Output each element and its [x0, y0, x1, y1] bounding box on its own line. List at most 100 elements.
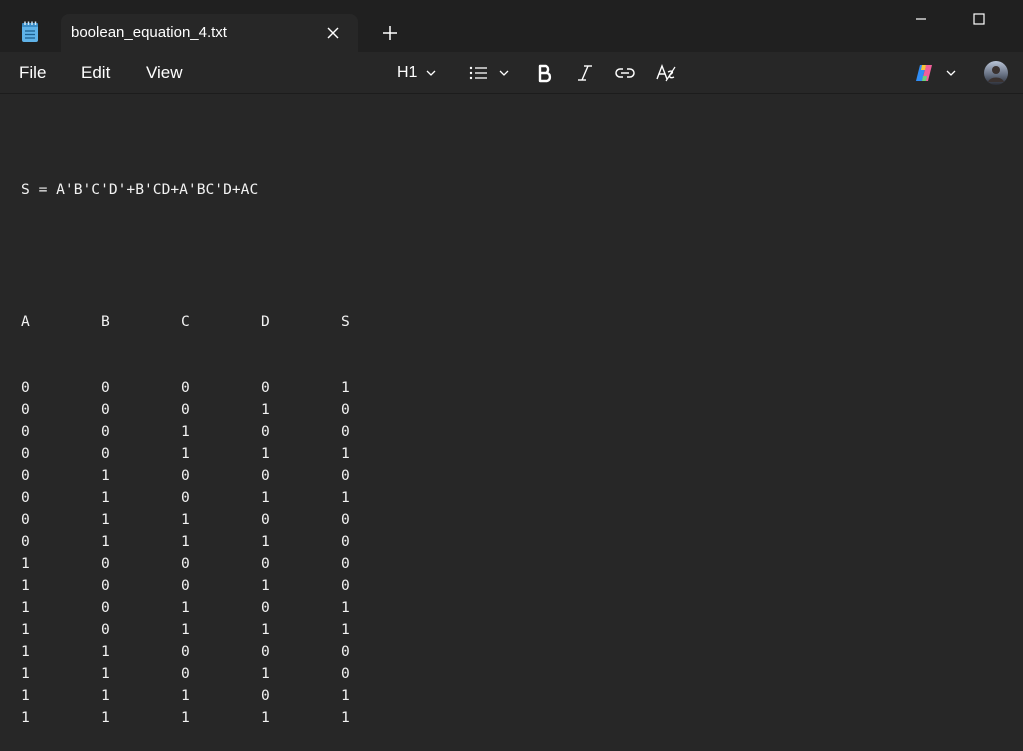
- heading-label: H1: [397, 64, 418, 81]
- tab-title: boolean_equation_4.txt: [71, 24, 227, 41]
- table-cell: 0: [101, 401, 110, 418]
- bold-button[interactable]: [535, 60, 555, 86]
- link-icon: [615, 68, 635, 78]
- clear-formatting-button[interactable]: [655, 60, 677, 86]
- italic-icon: [578, 65, 592, 81]
- link-button[interactable]: [614, 60, 636, 86]
- table-cell: 1: [261, 401, 270, 418]
- table-cell: 1: [261, 577, 270, 594]
- truth-table-row: 1 0 0 1 0: [21, 575, 1001, 597]
- truth-table-row: 1 1 1 0 1: [21, 685, 1001, 707]
- table-cell: 1: [261, 489, 270, 506]
- table-cell: 1: [341, 445, 350, 462]
- table-cell: 1: [341, 489, 350, 506]
- minimize-icon[interactable]: [898, 8, 944, 32]
- table-cell: 0: [181, 489, 190, 506]
- table-cell: 0: [101, 379, 110, 396]
- maximize-icon[interactable]: [956, 8, 1002, 32]
- table-cell: 1: [341, 621, 350, 638]
- table-cell: 1: [181, 621, 190, 638]
- chevron-down-icon: [426, 70, 436, 76]
- truth-table-row: 0 1 1 1 0: [21, 531, 1001, 553]
- table-cell: 1: [21, 621, 30, 638]
- notepad-icon: [22, 21, 38, 42]
- table-cell: 0: [341, 533, 350, 550]
- avatar[interactable]: [983, 60, 1009, 86]
- table-cell: 0: [21, 467, 30, 484]
- truth-table-row: 1 0 1 1 1: [21, 619, 1001, 641]
- list-dropdown[interactable]: [468, 60, 510, 86]
- header-cell: S: [341, 313, 350, 330]
- menu-view[interactable]: View: [146, 63, 183, 83]
- clear-formatting-icon: [656, 64, 676, 82]
- table-cell: 0: [341, 467, 350, 484]
- truth-table-row: 1 1 1 1 1: [21, 707, 1001, 729]
- table-cell: 1: [181, 511, 190, 528]
- table-cell: 0: [341, 555, 350, 572]
- table-cell: 0: [101, 577, 110, 594]
- truth-table-row: 1 0 1 0 1: [21, 597, 1001, 619]
- truth-table-row: 1 1 0 0 0: [21, 641, 1001, 663]
- table-cell: 0: [341, 423, 350, 440]
- plus-icon[interactable]: [379, 22, 401, 44]
- header-cell: C: [181, 313, 190, 330]
- table-cell: 1: [261, 665, 270, 682]
- table-cell: 1: [181, 423, 190, 440]
- heading-dropdown[interactable]: H1: [397, 60, 437, 86]
- text-editor[interactable]: S = A'B'C'D'+B'CD+A'BC'D+AC A B C D S 00…: [21, 135, 1001, 751]
- tab-boolean-equation[interactable]: boolean_equation_4.txt: [61, 14, 358, 52]
- table-cell: 1: [341, 379, 350, 396]
- table-cell: 0: [181, 577, 190, 594]
- truth-table-row: 1 1 0 1 0: [21, 663, 1001, 685]
- truth-table-row: 0 1 0 0 0: [21, 465, 1001, 487]
- header-cell: A: [21, 313, 30, 330]
- table-cell: 0: [181, 643, 190, 660]
- table-cell: 0: [261, 379, 270, 396]
- table-cell: 1: [21, 599, 30, 616]
- table-cell: 0: [261, 643, 270, 660]
- table-cell: 0: [261, 687, 270, 704]
- table-cell: 1: [341, 709, 350, 726]
- table-cell: 1: [101, 467, 110, 484]
- table-cell: 1: [181, 445, 190, 462]
- menu-file[interactable]: File: [19, 63, 46, 83]
- table-cell: 1: [181, 687, 190, 704]
- table-cell: 1: [21, 709, 30, 726]
- truth-table-header: A B C D S: [21, 311, 1001, 333]
- table-cell: 1: [21, 687, 30, 704]
- table-cell: 1: [181, 709, 190, 726]
- table-cell: 1: [261, 621, 270, 638]
- table-cell: 1: [181, 533, 190, 550]
- table-cell: 1: [101, 489, 110, 506]
- table-cell: 0: [21, 445, 30, 462]
- close-icon[interactable]: [323, 23, 343, 43]
- truth-table-row: 0 0 1 0 0: [21, 421, 1001, 443]
- table-cell: 0: [21, 533, 30, 550]
- truth-table-body: 0000100010001000011101000010110110001110…: [21, 377, 1001, 729]
- menu-divider: [0, 93, 1023, 94]
- table-cell: 0: [341, 577, 350, 594]
- table-cell: 0: [101, 423, 110, 440]
- table-cell: 0: [181, 401, 190, 418]
- italic-button[interactable]: [575, 60, 595, 86]
- table-cell: 1: [101, 533, 110, 550]
- truth-table-row: 0 1 1 0 0: [21, 509, 1001, 531]
- table-cell: 0: [261, 599, 270, 616]
- bold-icon: [538, 64, 552, 83]
- copilot-button[interactable]: [913, 60, 957, 86]
- menu-edit[interactable]: Edit: [81, 63, 110, 83]
- table-cell: 1: [21, 643, 30, 660]
- truth-table-row: 1 0 0 0 0: [21, 553, 1001, 575]
- table-cell: 1: [101, 687, 110, 704]
- table-cell: 0: [341, 401, 350, 418]
- table-cell: 0: [101, 445, 110, 462]
- table-cell: 0: [21, 511, 30, 528]
- table-cell: 0: [261, 555, 270, 572]
- table-cell: 0: [101, 599, 110, 616]
- header-cell: B: [101, 313, 110, 330]
- truth-table-row: 0 0 0 1 0: [21, 399, 1001, 421]
- table-cell: 0: [21, 489, 30, 506]
- truth-table-row: 0 0 0 0 1: [21, 377, 1001, 399]
- table-cell: 0: [181, 555, 190, 572]
